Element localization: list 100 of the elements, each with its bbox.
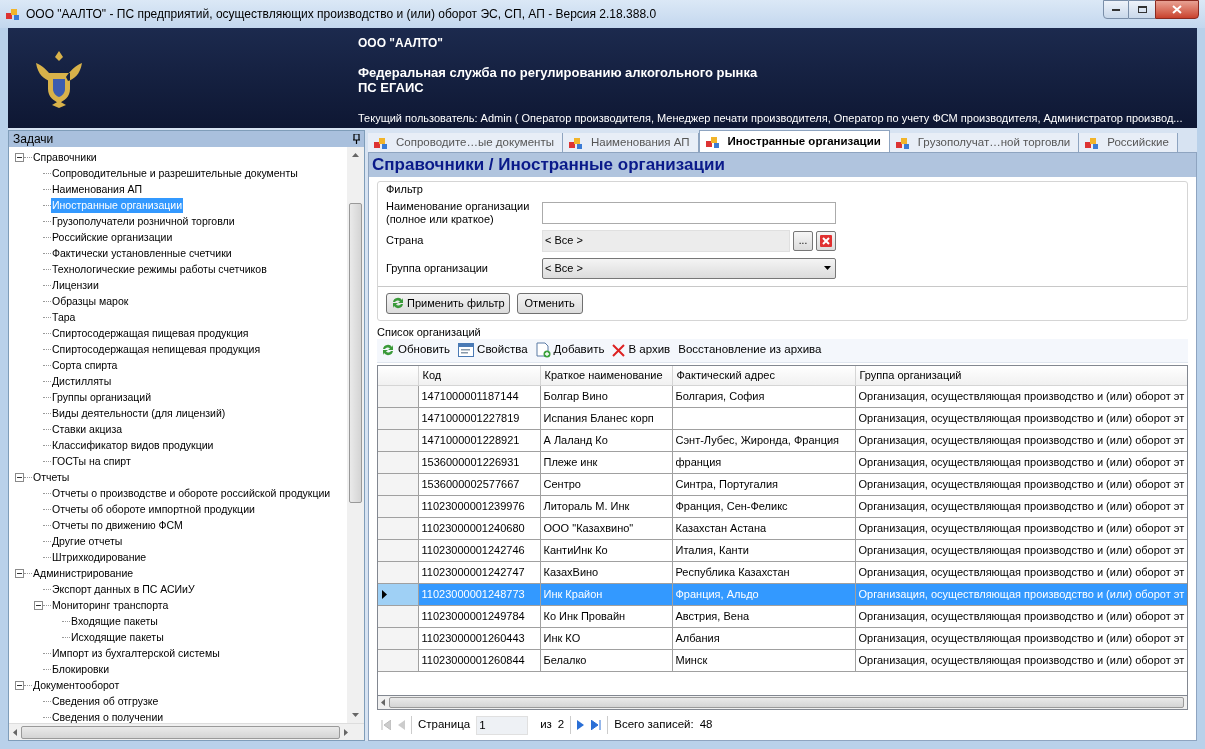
tree-item[interactable]: Сведения об отгрузке: [51, 693, 160, 709]
tree-item[interactable]: Мониторинг транспорта: [51, 597, 170, 613]
last-page-icon[interactable]: [591, 720, 602, 730]
scroll-right-icon[interactable]: [344, 728, 348, 736]
table-row[interactable]: 11023000001242747 КазахВино Республика Казахстан Организация, осуществляющая производство и (или) оборот эт: [378, 561, 1187, 584]
tree-item[interactable]: Спиртосодержащая пищевая продукция: [51, 325, 250, 341]
collapse-icon[interactable]: [15, 568, 24, 578]
tree-item[interactable]: Документооборот: [32, 677, 121, 693]
toolbar-button[interactable]: Свойства: [458, 341, 528, 359]
tree-item[interactable]: Сведения о получении: [51, 709, 165, 723]
scroll-left-icon[interactable]: [13, 728, 17, 736]
tree-item[interactable]: Импорт из бухгалтерской системы: [51, 645, 221, 661]
tree-item[interactable]: Отчеты о производстве и обороте российской продукции: [51, 485, 332, 501]
field-label: Страна: [386, 233, 425, 249]
table-row[interactable]: 1471000001187144 Болгар Вино Болгария, София Организация, осуществляющая производство и (или) оборот эт: [378, 385, 1187, 408]
table-row[interactable]: 1536000001226931 Плеже инк франция Организация, осуществляющая производство и (или) оборот эт: [378, 451, 1187, 474]
app-icon: [895, 135, 910, 150]
scroll-down-icon[interactable]: [352, 713, 359, 717]
tree-item[interactable]: Фактически установленные счетчики: [51, 245, 233, 261]
table-cell: Организация, осуществляющая производство и (или) оборот эт: [855, 561, 1187, 584]
tree-item[interactable]: Дистилляты: [51, 373, 113, 389]
maximize-button[interactable]: [1129, 0, 1155, 19]
scroll-left-icon[interactable]: [381, 699, 385, 706]
row-header[interactable]: [378, 583, 418, 606]
tree-item[interactable]: Ставки акциза: [51, 421, 124, 437]
tree-item[interactable]: Технологические режимы работы счетчиков: [51, 261, 268, 277]
collapse-icon[interactable]: [15, 680, 24, 690]
column-header[interactable]: Группа организаций: [855, 365, 1187, 386]
tree-item[interactable]: Исходящие пакеты: [70, 629, 165, 645]
organization-group-dropdown[interactable]: < Все >: [542, 257, 836, 279]
table-row[interactable]: 1536000002577667 Сентро Синтра, Португалия Организация, осуществляющая производство и (или) оборот эт: [378, 473, 1187, 496]
table-row[interactable]: 11023000001260844 Белалко Минск Организация, осуществляющая производство и (или) оборот эт: [378, 649, 1187, 672]
table-row[interactable]: 11023000001260443 Инк КО Албания Организация, осуществляющая производство и (или) оборот эт: [378, 627, 1187, 650]
collapse-icon[interactable]: [15, 152, 24, 162]
tree-item[interactable]: Тара: [51, 309, 77, 325]
tab[interactable]: Сопроводите…ые документы: [368, 133, 563, 152]
tree-item[interactable]: Экспорт данных в ПС АСИиУ: [51, 581, 196, 597]
tree-item[interactable]: Группы организаций: [51, 389, 153, 405]
tree-item[interactable]: Сорта спирта: [51, 357, 119, 373]
column-header[interactable]: Код: [418, 365, 540, 386]
page-number-field[interactable]: 1: [476, 715, 529, 735]
table-row[interactable]: 11023000001249784 Ко Инк Провайн Австрия, Вена Организация, осуществляющая производство и (или) оборот эт: [378, 605, 1187, 628]
tree-item[interactable]: Грузополучатели розничной торговли: [51, 213, 236, 229]
table-cell: Италия, Канти: [672, 539, 855, 562]
tree-item[interactable]: Спиртосодержащая непищевая продукция: [51, 341, 262, 357]
toolbar-button[interactable]: Восстановление из архива: [678, 341, 822, 359]
table-cell: Албания: [672, 627, 855, 650]
tree-item[interactable]: Штрихкодирование: [51, 549, 148, 565]
tree-item[interactable]: Российские организации: [51, 229, 174, 245]
column-header[interactable]: Фактический адрес: [672, 365, 855, 386]
tab[interactable]: Грузополучат…ной торговли: [889, 133, 1080, 152]
tree-item[interactable]: Отчеты по движению ФСМ: [51, 517, 184, 533]
table-cell: Организация, осуществляющая производство и (или) оборот эт: [855, 473, 1187, 496]
column-header[interactable]: Краткое наименование: [540, 365, 672, 386]
table-cell: Организация, осуществляющая производство и (или) оборот эт: [855, 539, 1187, 562]
tab[interactable]: Российские: [1079, 133, 1178, 152]
minimize-button[interactable]: [1103, 0, 1129, 19]
table-cell: Организация, осуществляющая производство и (или) оборот эт: [855, 649, 1187, 672]
tree-item[interactable]: Входящие пакеты: [70, 613, 159, 629]
organization-name-field[interactable]: [542, 201, 836, 224]
collapse-icon[interactable]: [34, 600, 43, 610]
records-label: Всего записей:: [614, 717, 694, 733]
tree-item[interactable]: Отчеты: [32, 469, 71, 485]
toolbar-button[interactable]: Добавить: [535, 341, 605, 359]
toolbar-button[interactable]: В архив: [612, 341, 671, 359]
browse-button[interactable]: ...: [793, 230, 813, 251]
cancel-button[interactable]: Отменить: [516, 292, 583, 314]
tree-item[interactable]: Образцы марок: [51, 293, 130, 309]
vertical-scrollbar[interactable]: [347, 147, 364, 723]
tree-item[interactable]: Виды деятельности (для лицензий): [51, 405, 227, 421]
table-row[interactable]: 11023000001240680 ООО "Казахвино" Казахстан Астана Организация, осуществляющая производство и (или) оборот эт: [378, 517, 1187, 540]
collapse-icon[interactable]: [15, 472, 24, 482]
grid-horizontal-scrollbar[interactable]: [377, 696, 1188, 710]
pin-icon[interactable]: [353, 134, 360, 144]
next-page-icon[interactable]: [577, 720, 586, 730]
toolbar-button[interactable]: Обновить: [381, 341, 451, 359]
form-icon: [458, 343, 475, 357]
tab[interactable]: Наименования АП: [562, 133, 699, 152]
tree-item[interactable]: Справочники: [32, 149, 98, 165]
tree-item[interactable]: Блокировки: [51, 661, 111, 677]
tree-item[interactable]: Отчеты об обороте импортной продукции: [51, 501, 256, 517]
table-row[interactable]: 1471000001227819 Испания Бланес корп Организация, осуществляющая производство и (или) оборот эт: [378, 407, 1187, 430]
table-row[interactable]: 11023000001239976 Литораль М. Инк Франция, Сен-Феликс Организация, осуществляющая производство и (или) оборот эт: [378, 495, 1187, 518]
tree-item[interactable]: Наименования АП: [51, 181, 143, 197]
close-button[interactable]: [1155, 0, 1199, 19]
tree-item[interactable]: Сопроводительные и разрешительные документы: [51, 165, 299, 181]
table-row[interactable]: 11023000001242746 КантиИнк Ко Италия, Канти Организация, осуществляющая производство и (или) оборот эт: [378, 539, 1187, 562]
horizontal-scrollbar[interactable]: [9, 723, 364, 740]
apply-filter-button[interactable]: Применить фильтр: [386, 292, 510, 314]
scroll-up-icon[interactable]: [352, 153, 359, 157]
table-cell: 11023000001242746: [418, 539, 540, 562]
table-row[interactable]: 1471000001228921 А Лаланд Ко Сэнт-Лубес, Жиронда, Франция Организация, осуществляющая производство и (или) оборот эт: [378, 429, 1187, 452]
country-field[interactable]: < Все >: [542, 229, 790, 252]
tab[interactable]: Иностранные организации: [698, 130, 890, 152]
tree-item[interactable]: Лицензии: [51, 277, 100, 293]
tree-item[interactable]: Классификатор видов продукции: [51, 437, 215, 453]
tree-item[interactable]: ГОСТы на спирт: [51, 453, 132, 469]
tree-item[interactable]: Администрирование: [32, 565, 135, 581]
clear-button[interactable]: [816, 230, 836, 251]
tree-item[interactable]: Другие отчеты: [51, 533, 124, 549]
